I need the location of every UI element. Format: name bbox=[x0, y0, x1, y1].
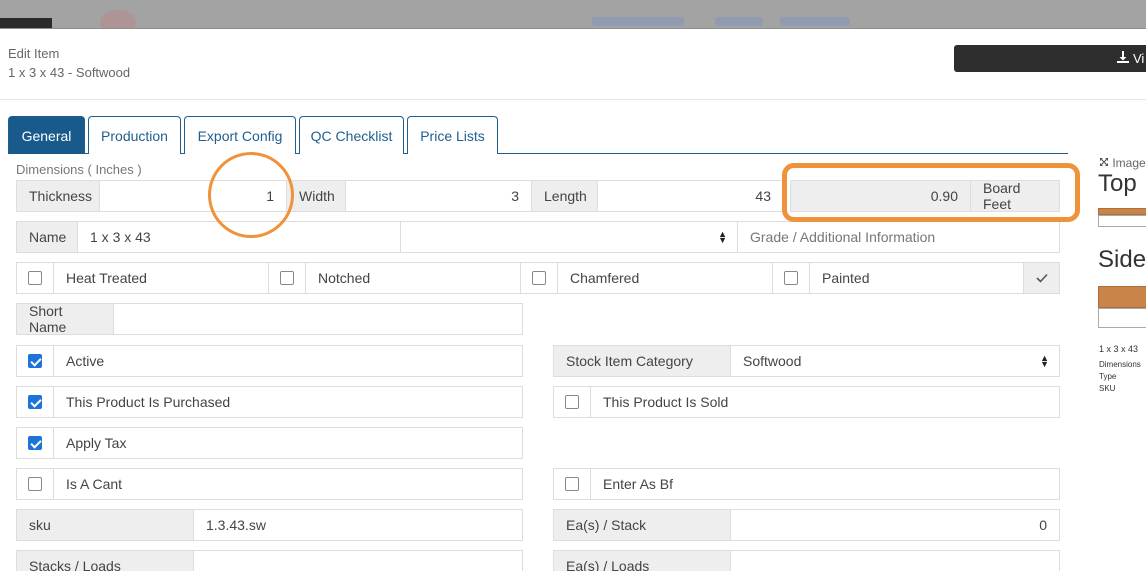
view-button-label: Vi bbox=[1133, 51, 1145, 66]
checkbox-box bbox=[28, 271, 42, 285]
tab-export-config[interactable]: Export Config bbox=[184, 116, 296, 154]
is-cant-checkbox[interactable] bbox=[16, 468, 54, 500]
is-cant-label: Is A Cant bbox=[53, 468, 523, 500]
preview-sku-label: SKU bbox=[1099, 384, 1116, 393]
tab-qc-checklist[interactable]: QC Checklist bbox=[299, 116, 404, 154]
thickness-label: Thickness bbox=[16, 180, 100, 212]
painted-checkbox[interactable] bbox=[772, 262, 810, 294]
active-label: Active bbox=[53, 345, 523, 377]
grade-select[interactable]: ▲ ▼ bbox=[400, 221, 738, 253]
side-view-outline bbox=[1098, 308, 1146, 328]
short-name-label: Short Name bbox=[16, 303, 114, 335]
enter-as-bf-label: Enter As Bf bbox=[590, 468, 1060, 500]
expand-icon[interactable] bbox=[1099, 156, 1109, 170]
checkmark-icon bbox=[1035, 270, 1048, 286]
notched-label: Notched bbox=[305, 262, 521, 294]
app-logo-block bbox=[0, 18, 52, 28]
checkbox-box bbox=[28, 477, 42, 491]
thickness-input[interactable]: 1 bbox=[99, 180, 287, 212]
top-view-board bbox=[1098, 208, 1146, 215]
stock-category-label: Stock Item Category bbox=[553, 345, 731, 377]
dimensions-heading: Dimensions ( Inches ) bbox=[16, 162, 142, 177]
checkbox-box bbox=[280, 271, 294, 285]
item-subtitle: 1 x 3 x 43 - Softwood bbox=[8, 65, 131, 80]
brand-logo bbox=[100, 10, 136, 28]
select-sort-icon: ▲ ▼ bbox=[1040, 353, 1049, 369]
heat-treated-label: Heat Treated bbox=[53, 262, 269, 294]
select-sort-icon: ▲ ▼ bbox=[718, 229, 727, 245]
top-nav-link bbox=[592, 17, 684, 26]
side-view-board bbox=[1098, 286, 1146, 308]
painted-label: Painted bbox=[809, 262, 1024, 294]
top-nav-link bbox=[715, 17, 763, 26]
download-icon bbox=[1117, 51, 1129, 66]
stacks-loads-input[interactable] bbox=[193, 550, 523, 571]
purchased-checkbox[interactable] bbox=[16, 386, 54, 418]
name-label: Name bbox=[16, 221, 78, 253]
stock-category-value: Softwood bbox=[743, 353, 802, 369]
ea-stack-label: Ea(s) / Stack bbox=[553, 509, 731, 541]
modal-title: Edit Item bbox=[8, 46, 60, 61]
checkbox-box bbox=[532, 271, 546, 285]
side-view-label: Side bbox=[1098, 246, 1146, 273]
heat-treated-checkbox[interactable] bbox=[16, 262, 54, 294]
checkbox-box bbox=[784, 271, 798, 285]
top-view-label: Top bbox=[1098, 170, 1137, 197]
length-label: Length bbox=[531, 180, 598, 212]
preview-item-name: 1 x 3 x 43 bbox=[1099, 344, 1139, 354]
purchased-label: This Product Is Purchased bbox=[53, 386, 523, 418]
preview-dimensions-label: Dimensions bbox=[1099, 360, 1141, 369]
top-view-outline bbox=[1098, 215, 1146, 227]
tab-general[interactable]: General bbox=[8, 116, 85, 154]
sku-label: sku bbox=[16, 509, 194, 541]
length-input[interactable]: 43 bbox=[597, 180, 784, 212]
checkbox-box bbox=[28, 395, 42, 409]
board-feet-value: 0.90 bbox=[790, 180, 971, 212]
width-label: Width bbox=[286, 180, 346, 212]
board-feet-label: Board Feet bbox=[970, 180, 1060, 212]
checkbox-box bbox=[565, 395, 579, 409]
images-label: Image bbox=[1112, 156, 1146, 170]
active-checkbox[interactable] bbox=[16, 345, 54, 377]
enter-as-bf-checkbox[interactable] bbox=[553, 468, 591, 500]
grade-input[interactable]: Grade / Additional Information bbox=[737, 221, 1060, 253]
sku-input[interactable]: 1.3.43.sw bbox=[193, 509, 523, 541]
checkbox-box bbox=[28, 436, 42, 450]
ea-loads-label: Ea(s) / Loads bbox=[553, 550, 731, 571]
chamfered-label: Chamfered bbox=[557, 262, 773, 294]
app-top-bar bbox=[0, 0, 1146, 29]
modal-header: Edit Item 1 x 3 x 43 - Softwood Vi bbox=[0, 30, 1146, 100]
apply-tax-checkbox[interactable] bbox=[16, 427, 54, 459]
ea-stack-input[interactable]: 0 bbox=[730, 509, 1060, 541]
notched-checkbox[interactable] bbox=[268, 262, 306, 294]
sold-label: This Product Is Sold bbox=[590, 386, 1060, 418]
tab-production[interactable]: Production bbox=[88, 116, 181, 154]
chamfered-checkbox[interactable] bbox=[520, 262, 558, 294]
width-input[interactable]: 3 bbox=[345, 180, 532, 212]
sold-checkbox[interactable] bbox=[553, 386, 591, 418]
top-nav-link bbox=[780, 17, 850, 26]
apply-tax-label: Apply Tax bbox=[53, 427, 523, 459]
stock-category-select[interactable]: Softwood ▲ ▼ bbox=[730, 345, 1060, 377]
ea-loads-input[interactable] bbox=[730, 550, 1060, 571]
name-input[interactable]: 1 x 3 x 43 bbox=[77, 221, 401, 253]
checkbox-box bbox=[565, 477, 579, 491]
confirm-features-button[interactable] bbox=[1023, 262, 1060, 294]
stacks-loads-label: Stacks / Loads bbox=[16, 550, 194, 571]
view-button[interactable]: Vi bbox=[954, 45, 1146, 72]
images-header: Image bbox=[1099, 156, 1146, 170]
tab-price-lists[interactable]: Price Lists bbox=[407, 116, 498, 154]
preview-type-label: Type bbox=[1099, 372, 1117, 381]
item-tabs: General Production Export Config QC Chec… bbox=[8, 116, 1068, 154]
short-name-input[interactable] bbox=[113, 303, 523, 335]
checkbox-box bbox=[28, 354, 42, 368]
